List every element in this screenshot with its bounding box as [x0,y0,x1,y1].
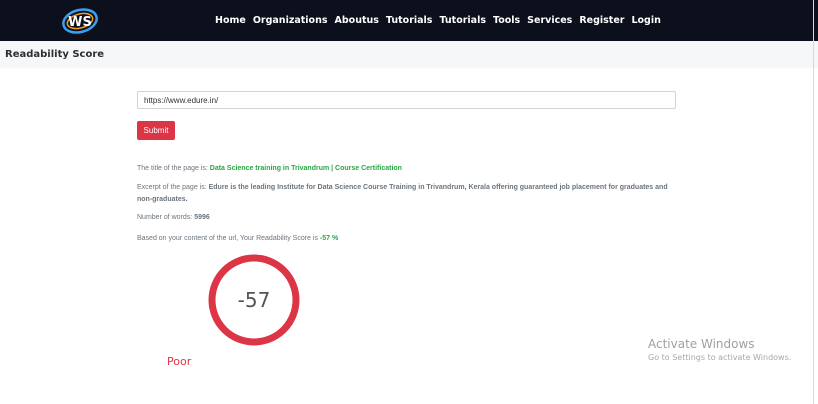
page-header-bar [0,41,818,68]
nav-link-register[interactable]: Register [579,15,624,26]
gauge-value: -57 [237,288,271,312]
nav-link-tutorials-2[interactable]: Tutorials [439,15,486,26]
activate-windows-subtitle: Go to Settings to activate Windows. [648,353,792,362]
score-label: Based on your content of the url, Your R… [137,235,318,242]
nav-menu: Home Organizations Aboutus Tutorials Tut… [215,0,661,41]
words-label: Number of words: [137,214,193,221]
page-title-result: The title of the page is: Data Science t… [137,163,402,175]
readability-score-result: Based on your content of the url, Your R… [137,233,338,245]
nav-link-organizations[interactable]: Organizations [253,15,328,26]
nav-link-services[interactable]: Services [527,15,572,26]
score-value: -57 % [319,235,339,242]
url-input[interactable] [137,91,676,109]
gauge-rating: Poor [167,355,192,368]
title-label: The title of the page is: [137,165,208,172]
top-navbar: WS Home Organizations Aboutus Tutorials … [0,0,818,41]
submit-button[interactable]: Submit [137,121,175,140]
window-edge-divider [813,0,814,404]
excerpt-label: Excerpt of the page is: [137,184,207,191]
ws-logo-icon[interactable]: WS [60,6,100,36]
title-value: Data Science training in Trivandrum | Co… [209,165,402,172]
activate-windows-title: Activate Windows [648,337,755,351]
words-value: 5996 [194,214,210,221]
page-title: Readability Score [5,49,105,60]
svg-text:WS: WS [68,15,92,30]
nav-link-home[interactable]: Home [215,15,246,26]
nav-link-login[interactable]: Login [631,15,660,26]
word-count-result: Number of words: 5996 [137,212,210,224]
nav-link-aboutus[interactable]: Aboutus [335,15,379,26]
excerpt-value: Edure is the leading Institute for Data … [137,184,668,203]
excerpt-result: Excerpt of the page is: Edure is the lea… [137,182,682,206]
nav-link-tools[interactable]: Tools [493,15,520,26]
nav-link-tutorials[interactable]: Tutorials [386,15,433,26]
